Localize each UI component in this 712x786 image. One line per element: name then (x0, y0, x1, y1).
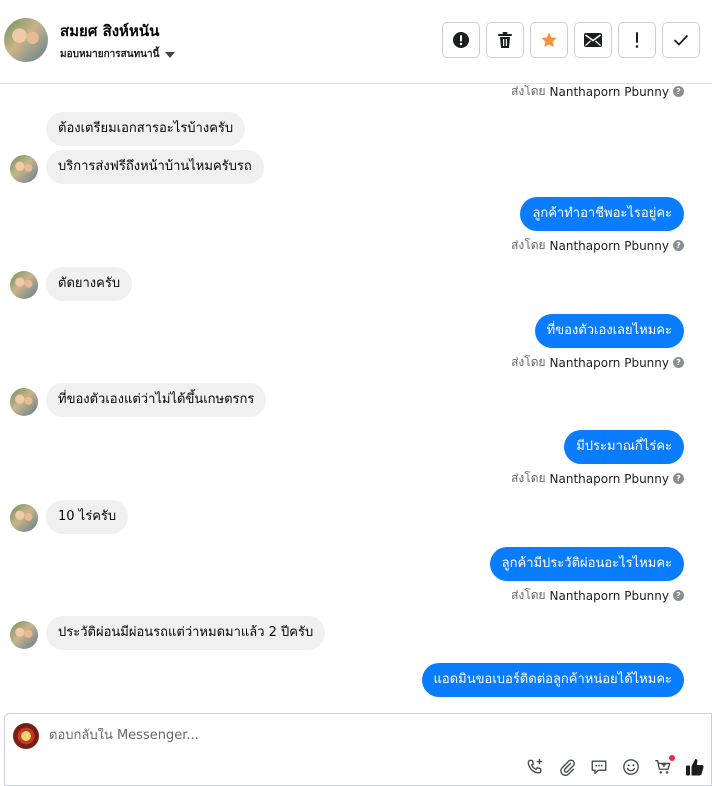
contact-avatar-small[interactable] (10, 155, 38, 183)
sent-by-prefix: ส่งโดย (511, 471, 546, 485)
contact-avatar-small[interactable] (10, 621, 38, 649)
emoji-button[interactable] (621, 757, 641, 777)
contact-name[interactable]: สมยศ สิงห์หนัน (60, 19, 159, 43)
message-thread[interactable]: ส่งโดย Nanthaporn Pbunny ? ต้องเตรียมเอก… (0, 85, 712, 713)
check-icon (673, 34, 689, 46)
conversation-header: สมยศ สิงห์หนัน มอบหมายการสนทนานี้ (0, 0, 712, 84)
mark-done-button[interactable] (662, 22, 700, 58)
assign-conversation-label: มอบหมายการสนทนานี้ (60, 49, 160, 60)
message-bubble-incoming[interactable]: ประวัติผ่อนมีผ่อนรถแต่ว่าหมดมาแล้ว 2 ปีค… (46, 616, 326, 650)
message-bubble-outgoing[interactable]: ที่ของตัวเองเลยไหมคะ (534, 314, 684, 348)
like-button[interactable] (685, 757, 705, 777)
contact-avatar-small[interactable] (10, 504, 38, 532)
alert-circle-icon (453, 32, 469, 48)
assign-conversation-dropdown[interactable]: มอบหมายการสนทนานี้ (60, 47, 176, 62)
message-bubble-incoming[interactable]: ที่ของตัวเองแต่ว่าไม่ได้ขึ้นเกษตรกร (46, 383, 267, 417)
message-bubble-incoming[interactable]: 10 ไร่ครับ (46, 500, 129, 534)
follow-up-button[interactable] (618, 22, 656, 58)
sender-name: Nanthaporn Pbunny (549, 471, 669, 486)
like-icon (686, 759, 704, 776)
sender-name: Nanthaporn Pbunny (549, 355, 669, 370)
saved-replies-button[interactable] (589, 757, 609, 777)
sent-by-label: ส่งโดย Nanthaporn Pbunny ? (511, 85, 684, 101)
help-icon[interactable]: ? (673, 357, 684, 368)
attach-button[interactable] (557, 757, 577, 777)
help-icon[interactable]: ? (673, 240, 684, 251)
contact-avatar-small[interactable] (10, 271, 38, 299)
mark-unread-button[interactable] (574, 22, 612, 58)
message-bubble-incoming[interactable]: ต้องเตรียมเอกสารอะไรบ้างครับ (46, 112, 246, 146)
reply-input[interactable] (49, 728, 649, 743)
cart-icon (655, 760, 671, 774)
sent-by-label: ส่งโดย Nanthaporn Pbunny ? (511, 353, 684, 372)
emoji-icon (623, 759, 639, 775)
sender-name: Nanthaporn Pbunny (549, 85, 669, 99)
paperclip-icon (560, 759, 575, 776)
shop-button[interactable] (653, 755, 675, 777)
saved-reply-icon (591, 760, 607, 774)
help-icon[interactable]: ? (673, 86, 684, 97)
exclamation-icon (635, 32, 639, 48)
header-toolbar (442, 22, 700, 58)
message-bubble-outgoing[interactable]: มีประมาณกี่ไร่คะ (564, 430, 684, 464)
sent-by-label: ส่งโดย Nanthaporn Pbunny ? (511, 236, 684, 255)
message-bubble-outgoing[interactable]: แอดมินขอเบอร์ติดต่อลูกค้าหน่อยได้ไหมคะ (421, 663, 684, 697)
contact-avatar[interactable] (4, 18, 48, 62)
delete-button[interactable] (486, 22, 524, 58)
message-bubble-outgoing[interactable]: ลูกค้ามีประวัติผ่อนอะไรไหมคะ (489, 547, 684, 581)
envelope-icon (584, 33, 602, 47)
reply-composer (4, 713, 712, 786)
sender-name: Nanthaporn Pbunny (549, 588, 669, 603)
star-button[interactable] (530, 22, 568, 58)
notification-dot (669, 755, 675, 761)
sender-name: Nanthaporn Pbunny (549, 238, 669, 253)
sent-by-prefix: ส่งโดย (511, 85, 546, 98)
star-icon (541, 32, 557, 48)
sent-by-prefix: ส่งโดย (511, 588, 546, 602)
sent-by-prefix: ส่งโดย (511, 355, 546, 369)
message-bubble-incoming[interactable]: บริการส่งฟรีถึงหน้าบ้านไหมครับรถ (46, 150, 264, 184)
help-icon[interactable]: ? (673, 590, 684, 601)
caret-down-icon (165, 51, 176, 58)
sent-by-prefix: ส่งโดย (511, 238, 546, 252)
scrollbar[interactable] (704, 85, 710, 713)
call-button[interactable] (525, 757, 545, 777)
mark-spam-button[interactable] (442, 22, 480, 58)
sent-by-label: ส่งโดย Nanthaporn Pbunny ? (511, 586, 684, 605)
message-bubble-outgoing[interactable]: ลูกค้าทำอาชีพอะไรอยู่คะ (520, 197, 684, 231)
help-icon[interactable]: ? (673, 473, 684, 484)
phone-add-icon (527, 758, 543, 774)
composer-tools (525, 755, 705, 777)
trash-icon (498, 32, 512, 48)
contact-avatar-small[interactable] (10, 388, 38, 416)
message-bubble-incoming[interactable]: ตัดยางครับ (46, 267, 133, 301)
sent-by-label: ส่งโดย Nanthaporn Pbunny ? (511, 469, 684, 488)
page-avatar (13, 723, 39, 749)
